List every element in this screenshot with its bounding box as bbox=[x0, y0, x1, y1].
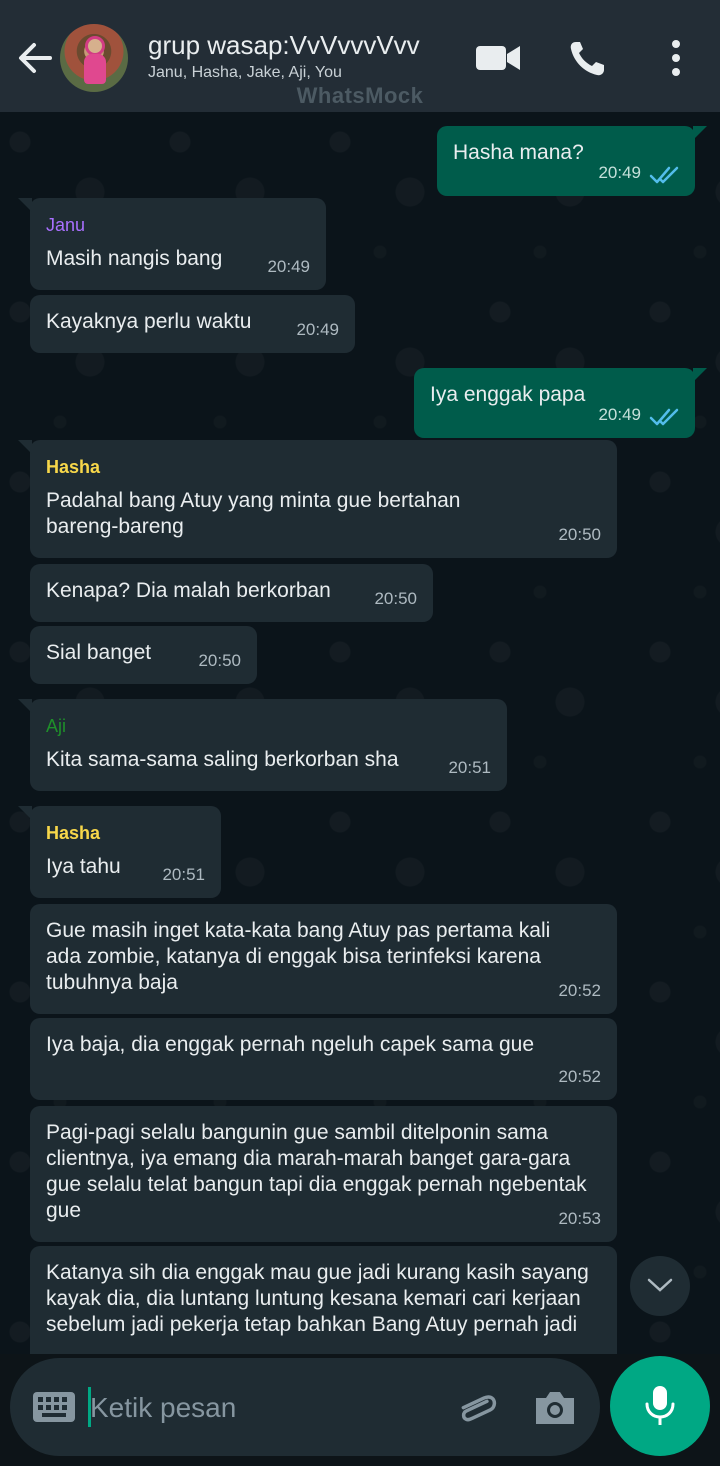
message-bubble-incoming[interactable]: Iya baja, dia enggak pernah ngeluh capek… bbox=[30, 1018, 617, 1100]
message-time: 20:50 bbox=[374, 589, 417, 608]
message-text: Padahal bang Atuy yang minta gue bertaha… bbox=[46, 489, 461, 538]
message-time: 20:49 bbox=[296, 320, 339, 339]
sender-name: Aji bbox=[46, 716, 67, 736]
message-bubble-incoming[interactable]: Hasha Iya tahu 20:51 bbox=[18, 806, 221, 898]
more-options-icon[interactable] bbox=[652, 38, 700, 78]
message-time: 20:50 bbox=[558, 525, 601, 544]
message-bubble-outgoing[interactable]: Iya enggak papa 20:49 bbox=[414, 368, 707, 438]
message-bubble-incoming[interactable]: Aji Kita sama-sama saling berkorban sha … bbox=[18, 699, 507, 791]
camera-icon[interactable] bbox=[532, 1388, 578, 1428]
message-text: Katanya sih dia enggak mau gue jadi kura… bbox=[46, 1261, 589, 1336]
message-time: 20:52 bbox=[558, 1067, 601, 1086]
message-bubble-incoming[interactable]: Pagi-pagi selalu bangunin gue sambil dit… bbox=[30, 1106, 617, 1242]
message-text: Kenapa? Dia malah berkorban bbox=[46, 579, 331, 602]
attach-icon[interactable] bbox=[454, 1386, 498, 1430]
scroll-down-icon bbox=[647, 1278, 673, 1292]
video-call-icon[interactable] bbox=[474, 38, 522, 78]
group-members[interactable]: Janu, Hasha, Jake, Aji, You bbox=[148, 64, 342, 82]
back-arrow-icon[interactable] bbox=[14, 38, 54, 78]
message-bubble-incoming[interactable]: Sial banget 20:50 bbox=[30, 626, 257, 684]
message-text: Iya enggak papa bbox=[430, 383, 586, 406]
voice-call-icon[interactable] bbox=[566, 38, 614, 78]
double-check-icon bbox=[649, 166, 679, 184]
sender-name: Janu bbox=[46, 215, 86, 235]
message-text: Hasha mana? bbox=[453, 141, 584, 164]
message-bubble-incoming[interactable]: Kayaknya perlu waktu 20:49 bbox=[30, 295, 355, 353]
message-text: Iya baja, dia enggak pernah ngeluh capek… bbox=[46, 1033, 535, 1056]
message-text: Kita sama-sama saling berkorban sha bbox=[46, 748, 399, 771]
message-bubble-incoming[interactable]: Gue masih inget kata-kata bang Atuy pas … bbox=[30, 904, 617, 1014]
voice-record-button[interactable] bbox=[610, 1356, 710, 1456]
message-time: 20:49 bbox=[598, 405, 641, 424]
sender-name: Hasha bbox=[46, 457, 101, 477]
message-bubble-outgoing[interactable]: Hasha mana? 20:49 bbox=[437, 126, 707, 196]
chat-area[interactable]: Hasha mana? 20:49 Janu Masih nangis bang… bbox=[0, 112, 720, 1354]
message-composer[interactable]: Ketik pesan bbox=[10, 1358, 600, 1456]
group-avatar[interactable] bbox=[60, 24, 128, 92]
watermark: WhatsMock bbox=[296, 83, 424, 108]
message-bubble-incoming[interactable]: Kenapa? Dia malah berkorban 20:50 bbox=[30, 564, 433, 622]
message-bubble-incoming[interactable]: Janu Masih nangis bang 20:49 bbox=[18, 198, 326, 290]
message-text: Iya tahu bbox=[46, 855, 121, 878]
message-text: Sial banget bbox=[46, 641, 152, 664]
message-bubble-incoming[interactable]: Katanya sih dia enggak mau gue jadi kura… bbox=[30, 1246, 617, 1354]
message-time: 20:51 bbox=[448, 758, 491, 777]
message-time: 20:49 bbox=[267, 257, 310, 276]
message-time: 20:53 bbox=[558, 1209, 601, 1228]
chat-header: grup wasap:VvVvvvVvv Janu, Hasha, Jake, … bbox=[0, 0, 720, 112]
message-time: 20:50 bbox=[198, 651, 241, 670]
message-text: Kayaknya perlu waktu bbox=[46, 310, 252, 333]
message-text: Pagi-pagi selalu bangunin gue sambil dit… bbox=[46, 1121, 587, 1222]
sender-name: Hasha bbox=[46, 823, 101, 843]
message-text: Gue masih inget kata-kata bang Atuy pas … bbox=[46, 919, 551, 994]
group-title[interactable]: grup wasap:VvVvvvVvv bbox=[148, 30, 420, 61]
message-input[interactable]: Ketik pesan bbox=[90, 1392, 236, 1424]
message-time: 20:51 bbox=[162, 865, 205, 884]
mic-icon bbox=[645, 1386, 675, 1425]
keyboard-icon[interactable] bbox=[32, 1391, 76, 1423]
message-time: 20:49 bbox=[598, 163, 641, 182]
message-time: 20:52 bbox=[558, 981, 601, 1000]
double-check-icon bbox=[649, 408, 679, 426]
message-bubble-incoming[interactable]: Hasha Padahal bang Atuy yang minta gue b… bbox=[18, 440, 617, 558]
message-text: Masih nangis bang bbox=[46, 247, 223, 270]
scroll-to-bottom-button[interactable] bbox=[630, 1256, 690, 1316]
